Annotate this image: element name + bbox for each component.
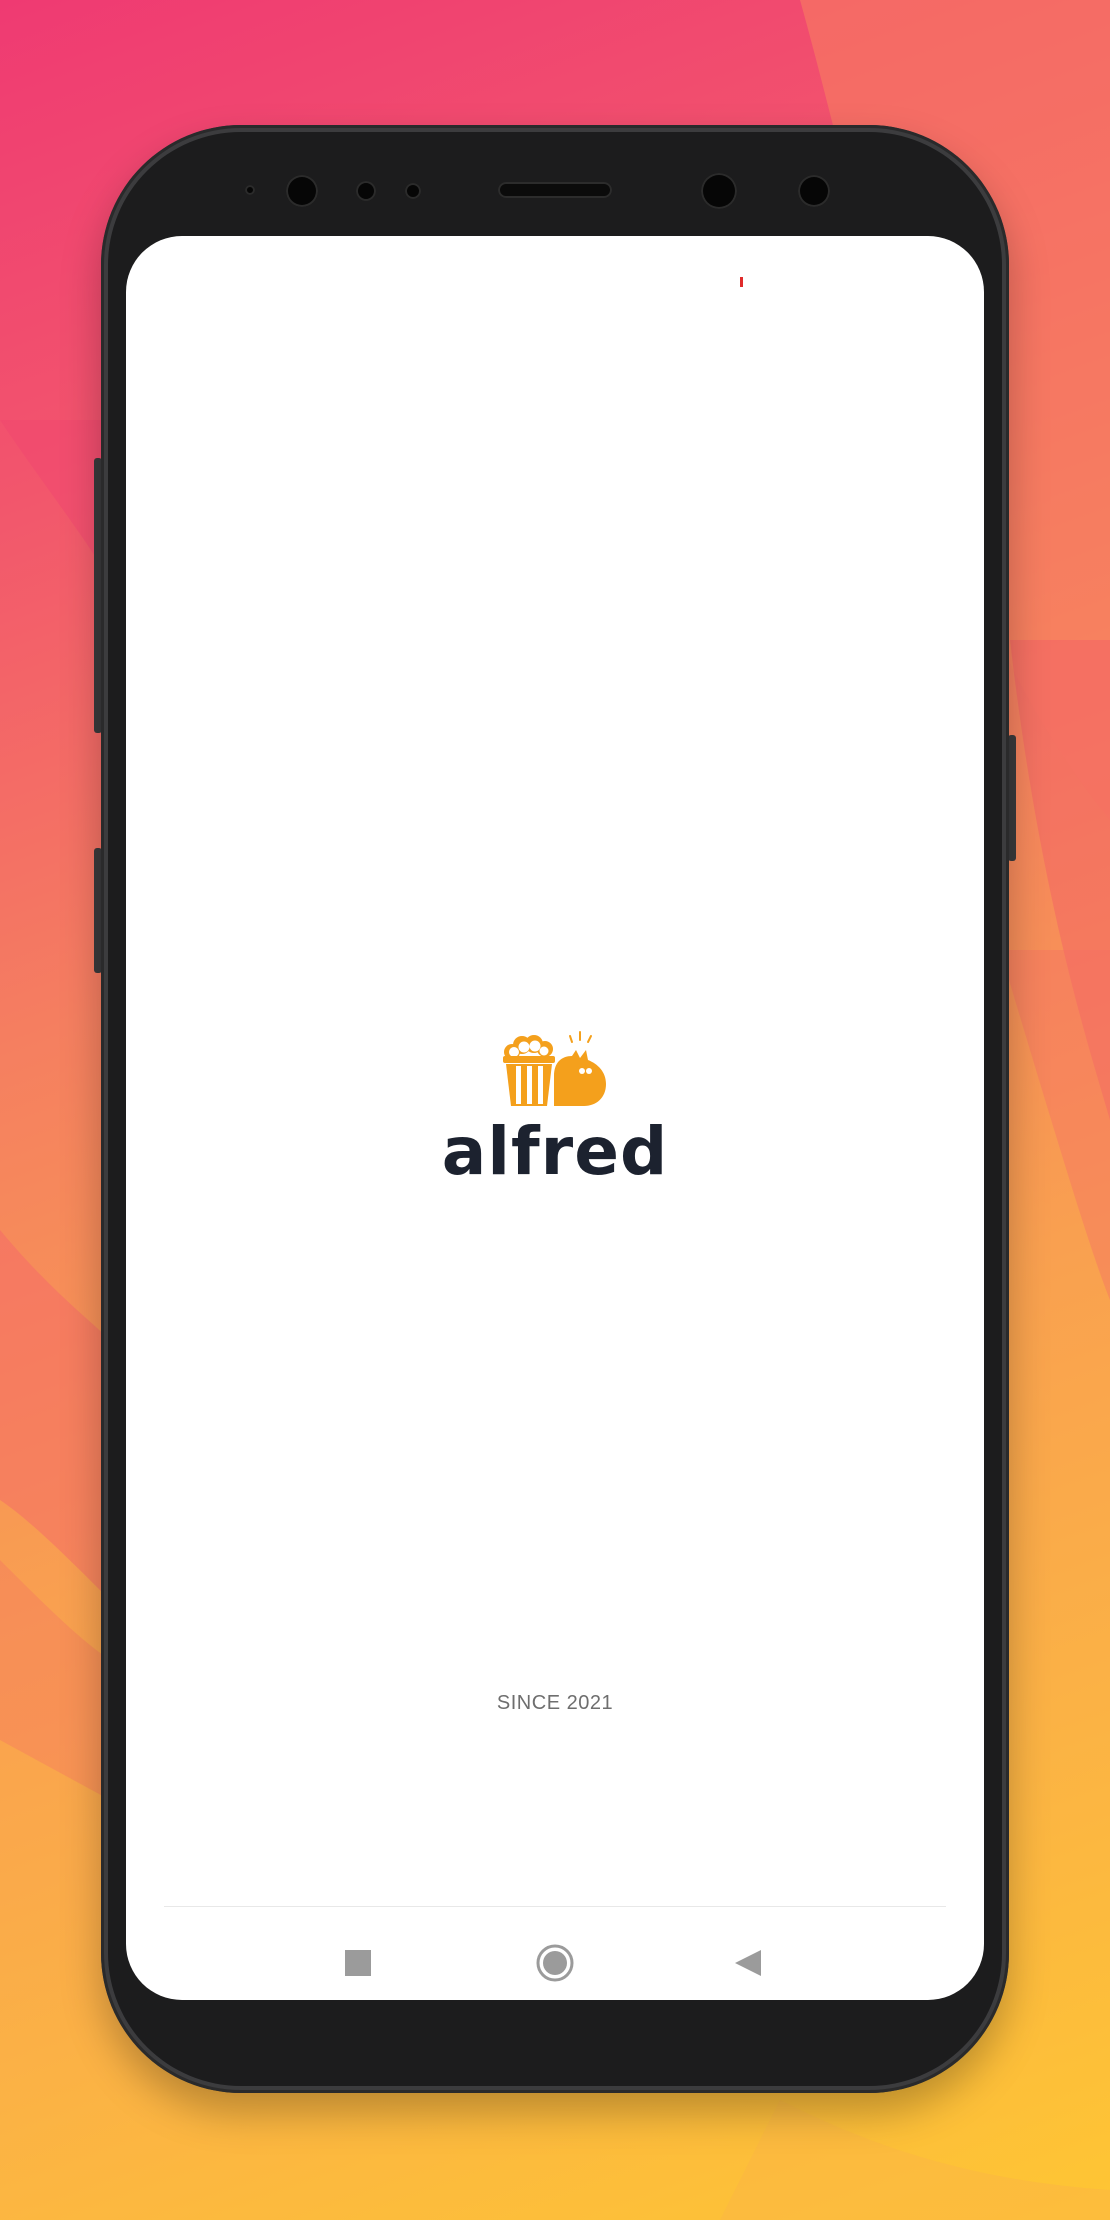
ir-sensor [405,183,421,199]
square-icon [345,1950,371,1976]
phone-power-button [1008,735,1016,861]
home-button[interactable] [525,1933,585,1993]
circle-icon [536,1944,574,1982]
navigation-divider [164,1906,946,1907]
status-indicator [740,277,743,287]
brand-name: alfred [441,1113,669,1190]
earpiece-speaker [498,182,612,198]
back-button[interactable] [718,1933,778,1993]
iris-sensor [798,175,830,207]
recents-button[interactable] [328,1933,388,1993]
light-sensor [356,181,376,201]
popcorn-cat-logo-icon [503,1031,606,1106]
app-screen: alfred SINCE 2021 [126,236,984,2000]
iris-camera [701,173,737,209]
proximity-sensor [245,185,255,195]
triangle-back-icon [735,1950,761,1976]
front-camera [286,175,318,207]
since-label: SINCE 2021 [496,1692,614,1714]
splash-logo: alfred [126,1026,984,1192]
